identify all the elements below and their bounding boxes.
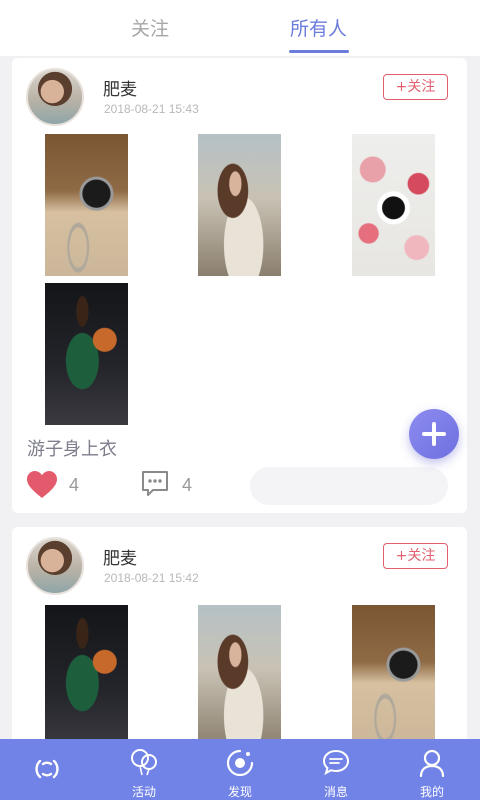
nav-label-activity: 活动 [131,785,156,799]
avatar[interactable] [26,537,84,595]
nav-item-activity[interactable]: 活动 [96,739,192,800]
nav-item-messages[interactable]: 消息 [288,739,384,800]
add-post-button[interactable] [409,409,459,459]
author-name[interactable]: 肥麦 [103,544,137,569]
heart-icon[interactable] [26,470,58,500]
nav-label-messages: 消息 [323,785,348,799]
balloons-icon [131,749,157,776]
like-count: 4 [69,475,80,495]
tab-follow[interactable]: 关注 [131,14,169,41]
active-tab-indicator [289,50,349,53]
circle-logo-icon [35,759,59,779]
post-time: 2018-08-21 15:43 [104,102,199,116]
photo-pocket-watch[interactable] [45,134,128,276]
nav-item-home[interactable] [0,739,96,800]
comment-icon[interactable] [140,469,170,499]
tab-all[interactable]: 所有人 [290,14,347,41]
nav-item-discover[interactable]: 发现 [192,739,288,800]
post-time: 2018-08-21 15:42 [104,571,199,585]
photo-basketball-player[interactable] [45,283,128,425]
comment-count: 4 [182,475,193,495]
discover-eye-icon [226,749,254,777]
author-name[interactable]: 肥麦 [103,75,137,100]
post-card: 肥麦 2018-08-21 15:43 +关注 游子身上衣 4 4 [12,58,467,513]
nav-label-discover: 发现 [227,785,252,799]
photo-basketball-player[interactable] [45,605,128,747]
follow-button[interactable]: +关注 [383,543,448,569]
chat-bubble-icon [322,749,350,776]
photo-pocket-watch[interactable] [352,605,435,747]
photo-woman-floral-dress[interactable] [198,134,281,276]
photo-coffee-flowers[interactable] [352,134,435,276]
bottom-nav: 活动 发现 消息 我的 [0,739,480,800]
avatar[interactable] [26,68,84,126]
top-tab-bar: 关注 所有人 [0,0,480,56]
nav-label-me: 我的 [419,785,444,799]
nav-item-me[interactable]: 我的 [384,739,480,800]
comment-input[interactable] [250,467,448,505]
follow-button[interactable]: +关注 [383,74,448,100]
person-icon [419,749,445,778]
post-caption: 游子身上衣 [27,439,117,460]
photo-woman-floral-dress[interactable] [198,605,281,747]
